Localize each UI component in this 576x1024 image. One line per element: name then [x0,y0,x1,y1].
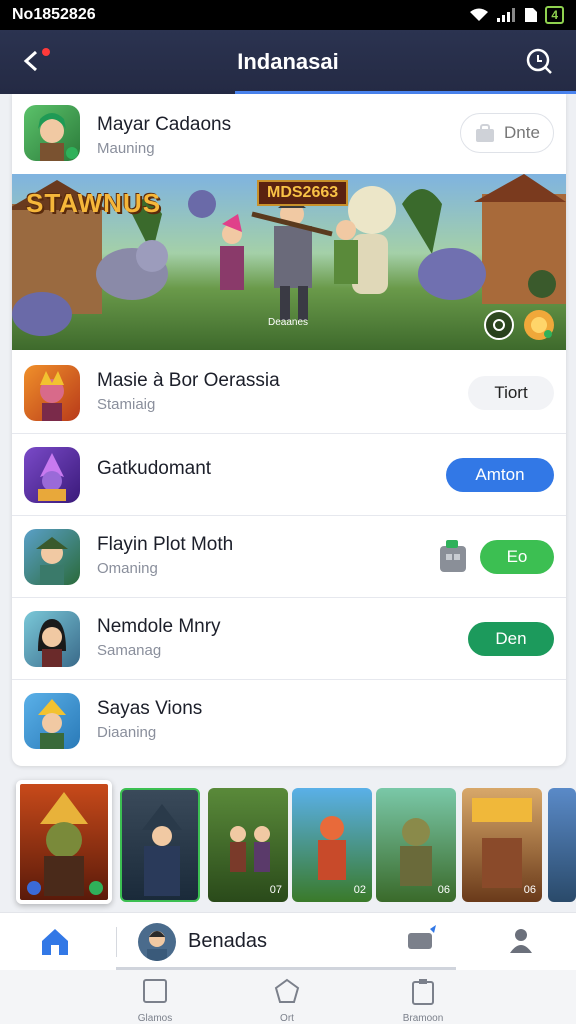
banner-tag: MDS2663 [257,180,349,206]
avatar[interactable] [138,923,176,961]
app-name: Nemdole Mnry [97,616,221,637]
list-item[interactable]: Sayas Vions Diaaning [12,680,566,762]
app-subtitle: Stamiaig [97,396,156,413]
app-icon [24,611,80,667]
coin-icon [531,317,552,338]
nav-user-label[interactable]: Benadas [188,930,267,953]
app-action-button[interactable]: Eo [480,540,554,574]
app-bar: Indanasai [0,30,576,94]
profile-button[interactable] [506,925,536,960]
system-nav-label: Glamos [137,1013,173,1024]
back-button[interactable] [18,46,50,78]
game-thumbnail[interactable] [16,780,112,904]
list-item[interactable]: Nemdole Mnry Samanag Den [12,598,566,680]
system-nav-label: Ort [280,1013,294,1024]
chat-button[interactable] [406,925,440,960]
featured-app-text: Mayar Cadaons Mauning [97,114,231,157]
app-name: Mayar Cadaons [97,114,232,135]
app-subtitle: Samanag [97,642,162,659]
game-thumbnail[interactable]: 07 [208,788,288,902]
status-bar: No1852826 4 [0,0,576,30]
app-icon [24,365,80,421]
home-button[interactable] [38,925,72,959]
status-icons: 4 [469,6,564,24]
search-button[interactable] [524,46,556,78]
app-action-button[interactable]: Amton [446,458,554,492]
notification-dot [42,48,50,56]
system-nav-item[interactable]: Ort [242,978,332,1024]
app-name: Masie à Bor Oerassia [97,370,280,391]
app-name: Gatkudomant [97,458,212,479]
featured-action-label: Dnte [504,123,540,142]
game-thumbnail-strip: 07 02 06 06 [0,780,576,910]
app-subtitle: Diaaning [97,724,157,741]
list-item[interactable]: Gatkudomant Amton [12,434,566,516]
sim-icon [525,8,538,22]
controller-icon[interactable] [438,540,468,574]
app-icon [24,693,80,749]
system-nav-item[interactable]: Glamos [110,978,200,1024]
user-icon [510,929,532,953]
app-subtitle: Mauning [97,140,155,157]
battery-icon: 4 [545,6,564,24]
system-nav-label: Bramoon [402,1013,444,1024]
app-text: Masie à Bor Oerassia Stamiaig [97,370,280,413]
list-item[interactable]: Masie à Bor Oerassia Stamiaig Tiort [12,352,566,434]
thumb-number: 06 [437,884,450,896]
app-name: Flayin Plot Moth [97,534,234,555]
system-nav-item[interactable]: Bramoon [378,978,468,1024]
app-subtitle: Omaning [97,560,158,577]
app-text: Gatkudomant [97,458,211,480]
app-list-card: Mayar Cadaons Mauning Dnte STAWNUS MDS26… [12,94,566,766]
banner-caption: Deaanes [268,317,309,328]
app-text: Flayin Plot Moth Omaning [97,534,233,577]
game-thumbnail[interactable] [548,788,576,902]
nav-divider [116,927,117,957]
circle-icon [493,319,505,331]
game-thumbnail[interactable]: 02 [292,788,372,902]
system-nav: Glamos Ort Bramoon [0,970,576,1024]
bottom-nav: Benadas [0,912,576,970]
app-action-button[interactable]: Tiort [468,376,554,410]
wifi-icon [470,8,489,21]
app-icon [24,447,80,503]
app-name: Sayas Vions [97,698,203,719]
banner-reward-button[interactable] [524,310,554,340]
thumb-number: 07 [269,884,282,896]
banner-logo: STAWNUS [26,188,162,218]
banner-play-button[interactable] [484,310,514,340]
featured-app-row[interactable]: Mayar Cadaons Mauning Dnte [12,94,566,172]
bag-icon [476,124,495,142]
tablet-icon [143,979,167,1003]
thumb-number: 02 [353,884,366,896]
app-icon [24,529,80,585]
search-icon [526,48,552,74]
game-thumbnail[interactable]: 06 [462,788,542,902]
status-time: No1852826 [12,6,96,23]
featured-action-button[interactable]: Dnte [460,113,554,153]
game-thumbnail[interactable] [120,788,200,902]
chat-icon [408,925,436,949]
app-icon [24,105,80,161]
home-circle-icon [274,978,300,1003]
home-icon [42,929,68,955]
promo-banner[interactable]: STAWNUS MDS2663 Deaanes [12,174,566,350]
app-text: Sayas Vions Diaaning [97,698,202,741]
thumb-number: 06 [523,884,536,896]
page-title: Indanasai [237,49,339,74]
list-item[interactable]: Flayin Plot Moth Omaning Eo [12,516,566,598]
signal-icon [497,8,516,22]
app-action-button[interactable]: Den [468,622,554,656]
app-text: Nemdole Mnry Samanag [97,616,221,659]
clipboard-icon [412,979,434,1005]
game-thumbnail[interactable]: 06 [376,788,456,902]
